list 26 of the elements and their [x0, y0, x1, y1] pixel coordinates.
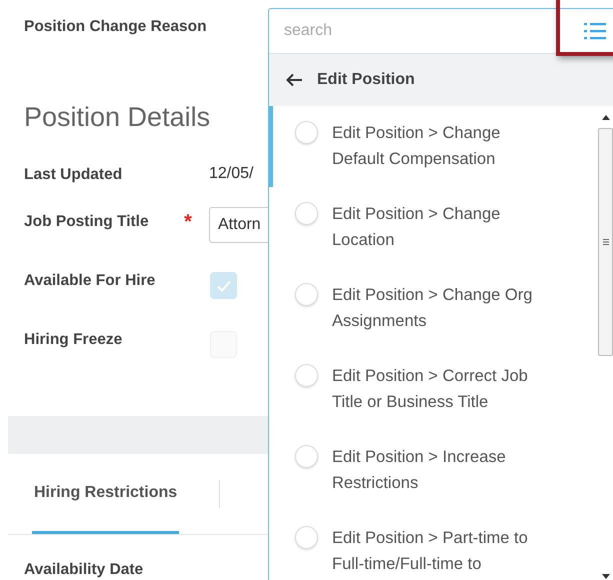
radio-button[interactable] [295, 121, 318, 144]
field-label: Hiring Freeze [24, 330, 124, 349]
field-label: Last Updated [24, 165, 124, 184]
option-item[interactable]: Edit Position > Part-time to Full-time/Full-time to [269, 511, 597, 580]
radio-button[interactable] [295, 283, 318, 306]
field-label: Available For Hire [24, 271, 156, 290]
list-icon[interactable] [584, 22, 606, 40]
back-arrow-icon [285, 73, 303, 87]
option-item[interactable]: Edit Position > Change Org Assignments [269, 268, 597, 349]
search-field[interactable]: search [269, 15, 556, 47]
field-label: Job Posting Title [24, 212, 150, 231]
radio-button[interactable] [295, 202, 318, 225]
checkbox[interactable] [210, 272, 237, 299]
field-value: 12/05/ [209, 164, 254, 183]
scroll-thumb[interactable] [598, 128, 613, 356]
field-label: Position Change Reason [24, 18, 207, 37]
option-item[interactable]: Edit Position > Increase Restrictions [269, 430, 597, 511]
required-mark: * [184, 210, 193, 234]
back-button[interactable]: Edit Position [269, 54, 613, 106]
tab[interactable]: Hiring Restrictions [32, 454, 180, 534]
radio-button[interactable] [295, 364, 318, 387]
radio-button[interactable] [295, 526, 318, 549]
option-item[interactable]: Edit Position > Correct Job Title or Business Title [269, 349, 597, 430]
section-title: Position Details [24, 102, 210, 134]
radio-button[interactable] [295, 445, 318, 468]
field-label: Availability Date [24, 561, 144, 579]
